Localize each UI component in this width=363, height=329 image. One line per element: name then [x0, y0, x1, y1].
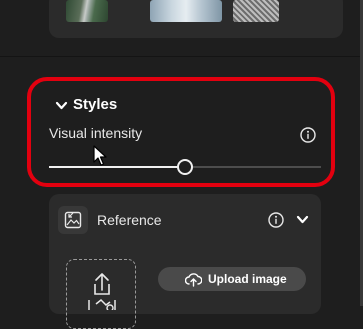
reference-title: Reference: [97, 212, 162, 228]
reference-card: Reference Upload image: [49, 194, 321, 329]
style-thumbnail-gallery: [49, 0, 343, 38]
section-title[interactable]: Styles: [73, 96, 117, 113]
visual-intensity-slider[interactable]: [49, 155, 321, 179]
mouse-pointer-icon: [93, 145, 107, 166]
reference-image-dropzone[interactable]: [66, 259, 136, 329]
image-reference-icon: [58, 206, 88, 234]
section-divider: [0, 56, 360, 57]
style-thumbnail-road[interactable]: [66, 0, 108, 22]
visual-intensity-label: Visual intensity: [49, 125, 143, 141]
style-thumbnail-building[interactable]: [150, 0, 222, 22]
cloud-upload-icon: [185, 273, 202, 287]
upload-image-icon: [88, 273, 116, 310]
slider-handle[interactable]: [177, 159, 193, 175]
chevron-down-icon[interactable]: [296, 215, 309, 225]
info-icon[interactable]: [300, 127, 316, 143]
upload-image-label: Upload image: [208, 272, 287, 286]
info-icon[interactable]: [268, 212, 284, 228]
styles-section: Styles Visual intensity: [27, 77, 335, 187]
style-thumbnail-texture[interactable]: [233, 0, 279, 22]
upload-image-button[interactable]: Upload image: [158, 267, 306, 291]
chevron-down-icon[interactable]: [55, 101, 68, 111]
slider-fill: [49, 166, 185, 168]
